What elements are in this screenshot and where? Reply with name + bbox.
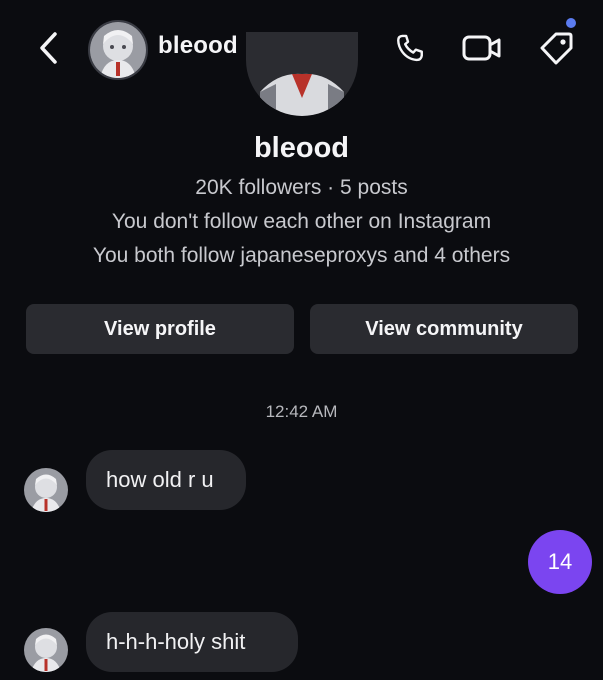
tag-icon[interactable]	[532, 26, 580, 70]
follow-status: You don't follow each other on Instagram	[111, 210, 492, 233]
header-username[interactable]: bleood	[158, 32, 238, 60]
profile-stats: 20K followers · 5 posts	[195, 176, 408, 199]
phone-icon[interactable]	[388, 28, 432, 68]
notification-dot	[566, 18, 576, 28]
header-avatar[interactable]	[88, 20, 148, 80]
sender-avatar[interactable]	[24, 628, 68, 672]
message-bubble-self[interactable]: 14	[528, 530, 592, 594]
sender-avatar[interactable]	[24, 468, 68, 512]
message-bubble[interactable]: h-h-h-holy shit	[86, 612, 298, 672]
message-bubble[interactable]: how old r u	[86, 450, 246, 510]
message-timestamp: 12:42 AM	[265, 402, 338, 421]
view-community-button[interactable]: View community	[310, 304, 578, 354]
profile-name: bleood	[253, 132, 350, 164]
video-icon[interactable]	[458, 28, 506, 68]
back-chevron-icon[interactable]	[34, 30, 64, 66]
view-profile-button[interactable]: View profile	[26, 304, 294, 354]
mutual-follows[interactable]: You both follow japaneseproxys and 4 oth…	[0, 244, 603, 268]
profile-avatar[interactable]	[246, 32, 358, 116]
